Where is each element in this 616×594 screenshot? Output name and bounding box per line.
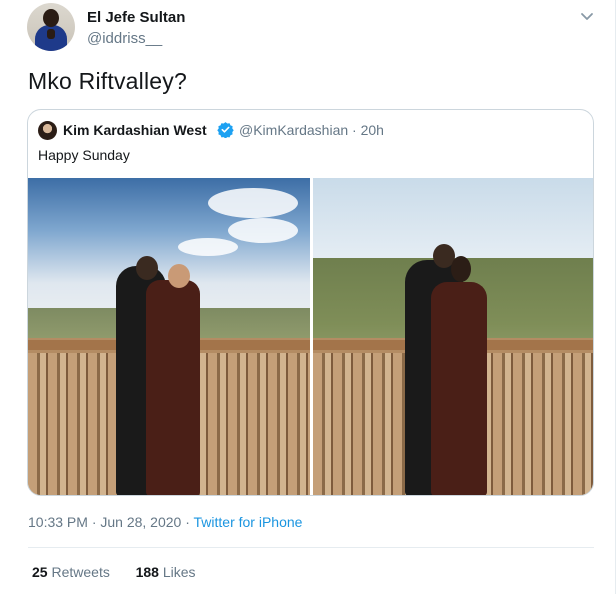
tweet-text: Mko Riftvalley? xyxy=(28,68,187,94)
quoted-media-grid xyxy=(28,178,593,495)
retweets-count: 25 xyxy=(32,564,48,580)
author-name[interactable]: El Jefe Sultan xyxy=(87,9,185,26)
photo-cloud xyxy=(208,188,298,218)
quoted-tweet[interactable]: Kim Kardashian West @KimKardashian · 20h… xyxy=(27,109,594,496)
quoted-handle-time: @KimKardashian · 20h xyxy=(239,122,384,138)
quoted-author-avatar[interactable] xyxy=(38,121,57,140)
photo-couple-front[interactable] xyxy=(28,178,310,495)
author-avatar[interactable] xyxy=(27,3,75,51)
photo-woman-head xyxy=(168,264,190,288)
quoted-author-name[interactable]: Kim Kardashian West xyxy=(63,122,207,138)
likes-stat[interactable]: 188 Likes xyxy=(136,564,196,580)
photo-cloud xyxy=(228,218,298,243)
likes-label: Likes xyxy=(162,564,196,580)
photo-man-head xyxy=(136,256,158,280)
photo-couple-back[interactable] xyxy=(313,178,593,495)
tweet-timestamp: 10:33 PM · Jun 28, 2020 · Twitter for iP… xyxy=(28,514,302,530)
verified-badge-icon xyxy=(217,122,234,138)
quoted-tweet-text: Happy Sunday xyxy=(38,147,130,163)
likes-count: 188 xyxy=(135,564,159,580)
source-link[interactable]: Twitter for iPhone xyxy=(194,514,303,530)
photo-cloud xyxy=(178,238,238,256)
avatar-figure-head xyxy=(43,9,59,27)
photo-woman-figure xyxy=(146,280,200,495)
photo-woman-figure xyxy=(431,282,487,495)
photo-woman-head xyxy=(451,256,471,282)
timestamp-text[interactable]: 10:33 PM · Jun 28, 2020 · xyxy=(28,514,194,530)
retweets-stat[interactable]: 25 Retweets xyxy=(32,564,110,580)
divider xyxy=(28,547,594,548)
engagement-stats: 25 Retweets 188 Likes xyxy=(32,564,196,580)
chevron-down-icon[interactable] xyxy=(578,7,596,25)
avatar-figure-hand xyxy=(47,29,55,39)
retweets-label: Retweets xyxy=(51,564,110,580)
author-handle[interactable]: @iddriss__ xyxy=(87,30,162,47)
tweet-detail: El Jefe Sultan @iddriss__ Mko Riftvalley… xyxy=(0,0,616,594)
